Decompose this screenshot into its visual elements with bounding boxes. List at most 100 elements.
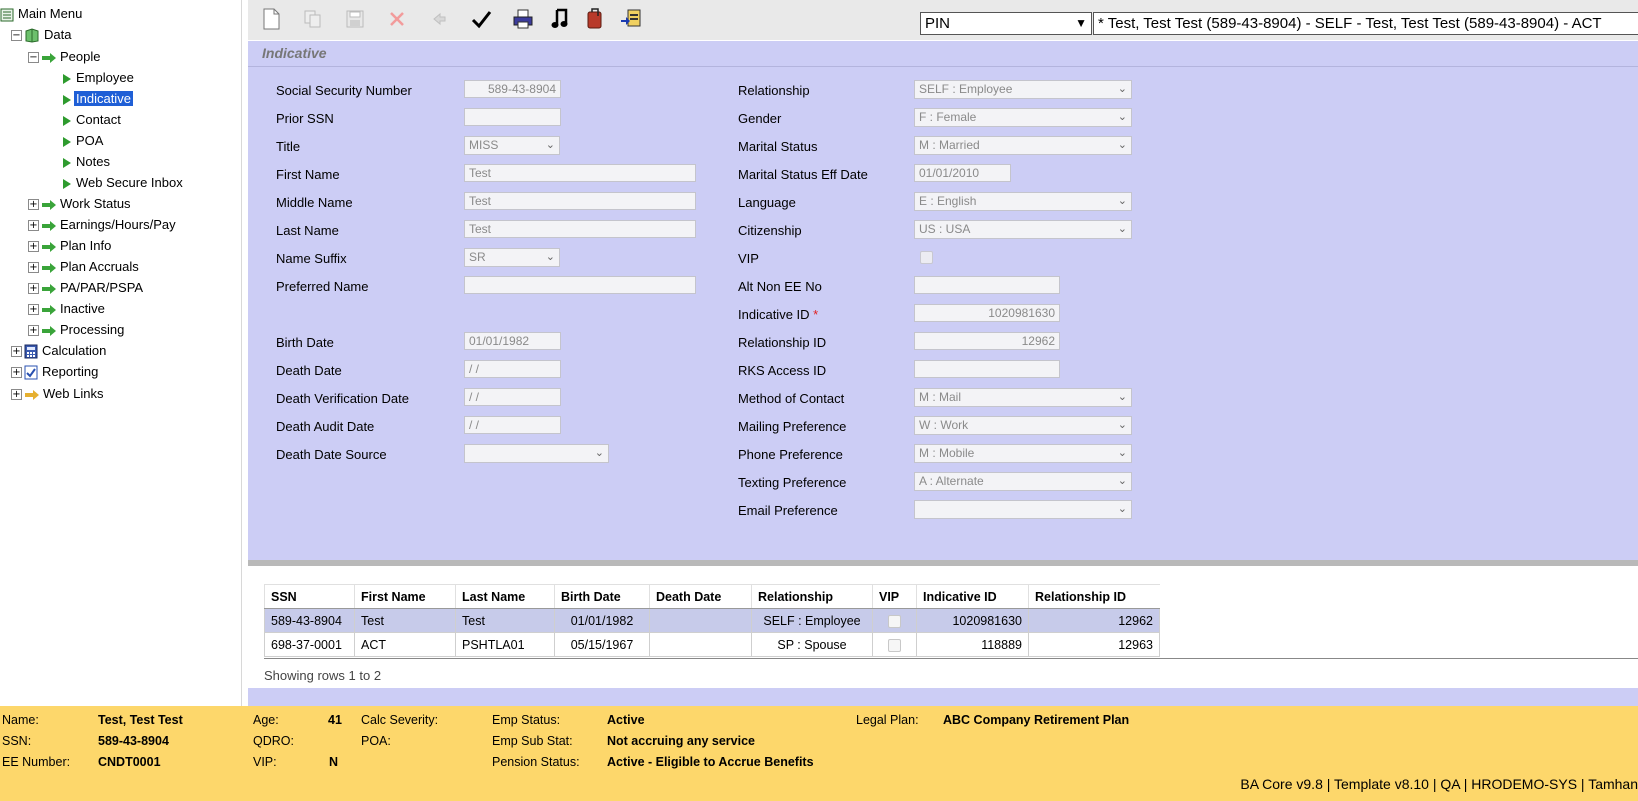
footer-qdro-label: QDRO: (253, 734, 294, 748)
expand-icon[interactable]: + (11, 346, 22, 358)
tree-node-work-status[interactable]: + Work Status (28, 194, 133, 214)
method-of-contact-select[interactable]: M : Mail ⌄ (914, 388, 1132, 407)
title-select[interactable]: MISS ⌄ (464, 136, 560, 155)
cell-indicative-id: 1020981630 (916, 608, 1029, 633)
tree-node-web-links[interactable]: + Web Links (11, 384, 105, 404)
expand-icon[interactable]: + (28, 283, 39, 295)
music-note-icon[interactable] (546, 6, 572, 32)
tree-node-earnings[interactable]: + Earnings/Hours/Pay (28, 215, 178, 235)
tree-node-people[interactable]: − People (28, 47, 102, 67)
tree-item-web-secure-inbox[interactable]: Web Secure Inbox (63, 173, 185, 193)
column-header-death-date[interactable]: Death Date (649, 584, 752, 609)
column-header-relationship[interactable]: Relationship (751, 584, 873, 609)
collapse-icon[interactable]: − (28, 52, 39, 64)
column-header-relationship-id[interactable]: Relationship ID (1028, 584, 1160, 609)
death-date-field[interactable]: / / (464, 360, 561, 378)
attachment-icon[interactable] (582, 6, 608, 32)
marital-eff-date-field[interactable]: 01/01/2010 (914, 164, 1011, 182)
tree-item-indicative[interactable]: Indicative (63, 89, 133, 109)
tree-node-main-menu[interactable]: Main Menu (0, 4, 84, 24)
texting-preference-select[interactable]: A : Alternate ⌄ (914, 472, 1132, 491)
tree-item-employee[interactable]: Employee (63, 68, 136, 88)
death-date-source-select[interactable]: ⌄ (464, 444, 609, 463)
footer-legal-plan-value: ABC Company Retirement Plan (943, 713, 1130, 727)
marital-eff-date-label: Marital Status Eff Date (738, 167, 868, 182)
chevron-down-icon: ⌄ (1117, 391, 1127, 403)
middle-name-field[interactable]: Test (464, 192, 696, 210)
tree-node-reporting[interactable]: + Reporting (11, 362, 100, 382)
column-header-first-name[interactable]: First Name (354, 584, 456, 609)
gender-select[interactable]: F : Female ⌄ (914, 108, 1132, 127)
death-audit-date-label: Death Audit Date (276, 419, 375, 434)
vip-checkbox[interactable] (920, 251, 933, 264)
language-select[interactable]: E : English ⌄ (914, 192, 1132, 211)
tree-item-notes[interactable]: Notes (63, 152, 112, 172)
delete-icon[interactable] (384, 6, 410, 32)
tree-node-calculation[interactable]: + Calculation (11, 341, 108, 361)
death-verification-date-field[interactable]: / / (464, 388, 561, 406)
vip-checkbox[interactable] (888, 638, 901, 652)
phone-preference-select[interactable]: M : Mobile ⌄ (914, 444, 1132, 463)
mailing-preference-select[interactable]: W : Work ⌄ (914, 416, 1132, 435)
relationship-label: Relationship (738, 83, 810, 98)
ssn-field[interactable]: 589-43-8904 (464, 80, 561, 98)
expand-icon[interactable]: + (28, 262, 39, 274)
check-icon[interactable] (468, 6, 494, 32)
chevron-down-icon: ⌄ (1117, 447, 1127, 459)
search-type-select[interactable]: PIN ▼ (920, 12, 1092, 35)
expand-icon[interactable]: + (28, 325, 39, 337)
tree-node-pa-par-pspa[interactable]: + PA/PAR/PSPA (28, 278, 145, 298)
cell-death-date (649, 608, 752, 633)
citizenship-select[interactable]: US : USA ⌄ (914, 220, 1132, 239)
relationship-select[interactable]: SELF : Employee ⌄ (914, 80, 1132, 99)
birth-date-label: Birth Date (276, 335, 334, 350)
last-name-field[interactable]: Test (464, 220, 696, 238)
table-row[interactable]: 589-43-8904 Test Test 01/01/1982 SELF : … (264, 608, 1160, 633)
birth-date-field[interactable]: 01/01/1982 (464, 332, 561, 350)
footer-emp-status-label: Emp Status: (492, 713, 561, 727)
column-header-ssn[interactable]: SSN (264, 584, 355, 609)
tree-node-plan-accruals[interactable]: + Plan Accruals (28, 257, 141, 277)
print-icon[interactable] (510, 6, 536, 32)
cell-first-name: ACT (354, 632, 456, 657)
tree-item-poa[interactable]: POA (63, 131, 105, 151)
footer-vip-label: VIP: (253, 755, 277, 769)
preferred-name-field[interactable] (464, 276, 696, 294)
table-row[interactable]: 698-37-0001 ACT PSHTLA01 05/15/1967 SP :… (264, 632, 1160, 657)
expand-icon[interactable]: + (11, 367, 22, 379)
member-selector[interactable]: * Test, Test Test (589-43-8904) - SELF -… (1093, 12, 1638, 35)
cell-indicative-id: 118889 (916, 632, 1029, 657)
column-header-birth-date[interactable]: Birth Date (554, 584, 650, 609)
email-preference-select[interactable]: ⌄ (914, 500, 1132, 519)
save-icon[interactable] (342, 6, 368, 32)
tree-node-processing[interactable]: + Processing (28, 320, 126, 340)
rks-access-id-field[interactable] (914, 360, 1060, 378)
death-audit-date-field[interactable]: / / (464, 416, 561, 434)
tree-item-contact[interactable]: Contact (63, 110, 123, 130)
column-header-last-name[interactable]: Last Name (455, 584, 555, 609)
expand-icon[interactable]: + (28, 304, 39, 316)
new-doc-icon[interactable] (258, 6, 284, 32)
column-header-vip[interactable]: VIP (872, 584, 917, 609)
alt-non-ee-field[interactable] (914, 276, 1060, 294)
import-icon[interactable] (618, 6, 644, 32)
expand-icon[interactable]: + (11, 389, 22, 401)
column-header-indicative-id[interactable]: Indicative ID (916, 584, 1029, 609)
cell-ssn: 589-43-8904 (264, 608, 355, 633)
expand-icon[interactable]: + (28, 220, 39, 232)
relationship-id-field[interactable]: 12962 (914, 332, 1060, 350)
marital-status-select[interactable]: M : Married ⌄ (914, 136, 1132, 155)
prior-ssn-field[interactable] (464, 108, 561, 126)
expand-icon[interactable]: + (28, 199, 39, 211)
undo-icon[interactable] (426, 6, 452, 32)
tree-node-plan-info[interactable]: + Plan Info (28, 236, 113, 256)
tree-node-data[interactable]: − Data (11, 25, 73, 45)
name-suffix-select[interactable]: SR ⌄ (464, 248, 560, 267)
collapse-icon[interactable]: − (11, 30, 22, 42)
expand-icon[interactable]: + (28, 241, 39, 253)
tree-node-inactive[interactable]: + Inactive (28, 299, 107, 319)
indicative-id-field[interactable]: 1020981630 (914, 304, 1060, 322)
first-name-field[interactable]: Test (464, 164, 696, 182)
vip-checkbox[interactable] (888, 614, 901, 628)
copy-icon[interactable] (300, 6, 326, 32)
